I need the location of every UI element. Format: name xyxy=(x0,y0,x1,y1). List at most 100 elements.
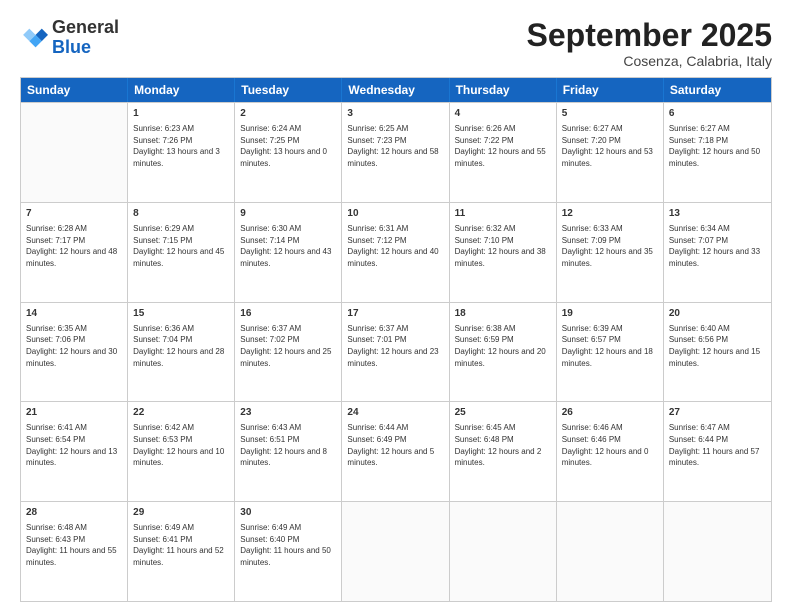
cal-week-2: 7 Sunrise: 6:28 AMSunset: 7:17 PMDaylight… xyxy=(21,202,771,302)
day-number: 28 xyxy=(26,506,122,520)
cell-text: Sunrise: 6:38 AMSunset: 6:59 PMDaylight:… xyxy=(455,323,551,369)
cal-cell: 30Sunrise: 6:49 AMSunset: 6:40 PMDayligh… xyxy=(235,502,342,601)
day-number: 21 xyxy=(26,406,122,420)
cal-week-1: 1 Sunrise: 6:23 AMSunset: 7:26 PMDaylight… xyxy=(21,102,771,202)
cal-week-3: 14 Sunrise: 6:35 AMSunset: 7:06 PMDayligh… xyxy=(21,302,771,402)
cell-text: Sunrise: 6:33 AMSunset: 7:09 PMDaylight:… xyxy=(562,223,658,269)
cal-cell: 11 Sunrise: 6:32 AMSunset: 7:10 PMDayligh… xyxy=(450,203,557,302)
cal-cell xyxy=(21,103,128,202)
cell-text: Sunrise: 6:27 AMSunset: 7:20 PMDaylight:… xyxy=(562,123,658,169)
cal-header-tuesday: Tuesday xyxy=(235,78,342,102)
cal-header-friday: Friday xyxy=(557,78,664,102)
day-number: 1 xyxy=(133,107,229,121)
cell-text: Sunrise: 6:41 AMSunset: 6:54 PMDaylight:… xyxy=(26,422,122,468)
cal-cell xyxy=(450,502,557,601)
cell-text: Sunrise: 6:45 AMSunset: 6:48 PMDaylight:… xyxy=(455,422,551,468)
cell-text: Sunrise: 6:30 AMSunset: 7:14 PMDaylight:… xyxy=(240,223,336,269)
cal-cell: 4 Sunrise: 6:26 AMSunset: 7:22 PMDaylight… xyxy=(450,103,557,202)
cal-cell: 26 Sunrise: 6:46 AMSunset: 6:46 PMDayligh… xyxy=(557,402,664,501)
day-number: 30 xyxy=(240,506,336,520)
cal-cell: 25Sunrise: 6:45 AMSunset: 6:48 PMDayligh… xyxy=(450,402,557,501)
cal-cell: 29Sunrise: 6:49 AMSunset: 6:41 PMDayligh… xyxy=(128,502,235,601)
day-number: 26 xyxy=(562,406,658,420)
title-location: Cosenza, Calabria, Italy xyxy=(527,53,772,69)
cal-header-sunday: Sunday xyxy=(21,78,128,102)
cell-text: Sunrise: 6:29 AMSunset: 7:15 PMDaylight:… xyxy=(133,223,229,269)
day-number: 13 xyxy=(669,207,766,221)
day-number: 16 xyxy=(240,307,336,321)
cal-cell: 22Sunrise: 6:42 AMSunset: 6:53 PMDayligh… xyxy=(128,402,235,501)
day-number: 29 xyxy=(133,506,229,520)
day-number: 9 xyxy=(240,207,336,221)
cal-cell: 2Sunrise: 6:24 AMSunset: 7:25 PMDaylight… xyxy=(235,103,342,202)
calendar-body: 1 Sunrise: 6:23 AMSunset: 7:26 PMDaylight… xyxy=(21,102,771,601)
cell-text: Sunrise: 6:44 AMSunset: 6:49 PMDaylight:… xyxy=(347,422,443,468)
cal-cell: 19 Sunrise: 6:39 AMSunset: 6:57 PMDayligh… xyxy=(557,303,664,402)
cell-text: Sunrise: 6:37 AMSunset: 7:02 PMDaylight:… xyxy=(240,323,336,369)
day-number: 6 xyxy=(669,107,766,121)
cell-text: Sunrise: 6:32 AMSunset: 7:10 PMDaylight:… xyxy=(455,223,551,269)
cal-cell: 16 Sunrise: 6:37 AMSunset: 7:02 PMDayligh… xyxy=(235,303,342,402)
cal-header-monday: Monday xyxy=(128,78,235,102)
title-block: September 2025 Cosenza, Calabria, Italy xyxy=(527,18,772,69)
cell-text: Sunrise: 6:48 AMSunset: 6:43 PMDaylight:… xyxy=(26,522,122,568)
cal-week-4: 21 Sunrise: 6:41 AMSunset: 6:54 PMDayligh… xyxy=(21,401,771,501)
calendar-header: SundayMondayTuesdayWednesdayThursdayFrid… xyxy=(21,78,771,102)
cal-cell xyxy=(664,502,771,601)
day-number: 19 xyxy=(562,307,658,321)
day-number: 11 xyxy=(455,207,551,221)
day-number: 22 xyxy=(133,406,229,420)
cal-cell: 21 Sunrise: 6:41 AMSunset: 6:54 PMDayligh… xyxy=(21,402,128,501)
cal-cell: 18Sunrise: 6:38 AMSunset: 6:59 PMDayligh… xyxy=(450,303,557,402)
day-number: 23 xyxy=(240,406,336,420)
logo-blue-text: Blue xyxy=(52,37,91,57)
cell-text: Sunrise: 6:35 AMSunset: 7:06 PMDaylight:… xyxy=(26,323,122,369)
cell-text: Sunrise: 6:40 AMSunset: 6:56 PMDaylight:… xyxy=(669,323,766,369)
cell-text: Sunrise: 6:37 AMSunset: 7:01 PMDaylight:… xyxy=(347,323,443,369)
cell-text: Sunrise: 6:39 AMSunset: 6:57 PMDaylight:… xyxy=(562,323,658,369)
cell-text: Sunrise: 6:25 AMSunset: 7:23 PMDaylight:… xyxy=(347,123,443,169)
cell-text: Sunrise: 6:47 AMSunset: 6:44 PMDaylight:… xyxy=(669,422,766,468)
calendar: SundayMondayTuesdayWednesdayThursdayFrid… xyxy=(20,77,772,602)
cal-cell: 7 Sunrise: 6:28 AMSunset: 7:17 PMDaylight… xyxy=(21,203,128,302)
cell-text: Sunrise: 6:46 AMSunset: 6:46 PMDaylight:… xyxy=(562,422,658,468)
header: General Blue September 2025 Cosenza, Cal… xyxy=(20,18,772,69)
cal-cell: 1 Sunrise: 6:23 AMSunset: 7:26 PMDaylight… xyxy=(128,103,235,202)
day-number: 20 xyxy=(669,307,766,321)
day-number: 14 xyxy=(26,307,122,321)
logo-icon xyxy=(20,24,48,52)
day-number: 2 xyxy=(240,107,336,121)
cal-cell: 28 Sunrise: 6:48 AMSunset: 6:43 PMDayligh… xyxy=(21,502,128,601)
cal-cell: 15Sunrise: 6:36 AMSunset: 7:04 PMDayligh… xyxy=(128,303,235,402)
cal-week-5: 28 Sunrise: 6:48 AMSunset: 6:43 PMDayligh… xyxy=(21,501,771,601)
day-number: 4 xyxy=(455,107,551,121)
cell-text: Sunrise: 6:23 AMSunset: 7:26 PMDaylight:… xyxy=(133,123,229,169)
cal-header-saturday: Saturday xyxy=(664,78,771,102)
page: General Blue September 2025 Cosenza, Cal… xyxy=(0,0,792,612)
day-number: 15 xyxy=(133,307,229,321)
cal-cell: 9 Sunrise: 6:30 AMSunset: 7:14 PMDaylight… xyxy=(235,203,342,302)
cal-cell xyxy=(557,502,664,601)
cal-cell: 27Sunrise: 6:47 AMSunset: 6:44 PMDayligh… xyxy=(664,402,771,501)
day-number: 7 xyxy=(26,207,122,221)
cal-cell: 17Sunrise: 6:37 AMSunset: 7:01 PMDayligh… xyxy=(342,303,449,402)
cal-header-thursday: Thursday xyxy=(450,78,557,102)
day-number: 5 xyxy=(562,107,658,121)
cal-cell: 12 Sunrise: 6:33 AMSunset: 7:09 PMDayligh… xyxy=(557,203,664,302)
cal-cell: 6 Sunrise: 6:27 AMSunset: 7:18 PMDaylight… xyxy=(664,103,771,202)
cell-text: Sunrise: 6:27 AMSunset: 7:18 PMDaylight:… xyxy=(669,123,766,169)
cell-text: Sunrise: 6:26 AMSunset: 7:22 PMDaylight:… xyxy=(455,123,551,169)
logo-general-text: General xyxy=(52,17,119,37)
day-number: 12 xyxy=(562,207,658,221)
cal-cell xyxy=(342,502,449,601)
cal-header-wednesday: Wednesday xyxy=(342,78,449,102)
cal-cell: 13Sunrise: 6:34 AMSunset: 7:07 PMDayligh… xyxy=(664,203,771,302)
title-month: September 2025 xyxy=(527,18,772,53)
cell-text: Sunrise: 6:31 AMSunset: 7:12 PMDaylight:… xyxy=(347,223,443,269)
day-number: 3 xyxy=(347,107,443,121)
cell-text: Sunrise: 6:28 AMSunset: 7:17 PMDaylight:… xyxy=(26,223,122,269)
logo: General Blue xyxy=(20,18,119,58)
cal-cell: 14 Sunrise: 6:35 AMSunset: 7:06 PMDayligh… xyxy=(21,303,128,402)
cal-cell: 24Sunrise: 6:44 AMSunset: 6:49 PMDayligh… xyxy=(342,402,449,501)
cal-cell: 20 Sunrise: 6:40 AMSunset: 6:56 PMDayligh… xyxy=(664,303,771,402)
